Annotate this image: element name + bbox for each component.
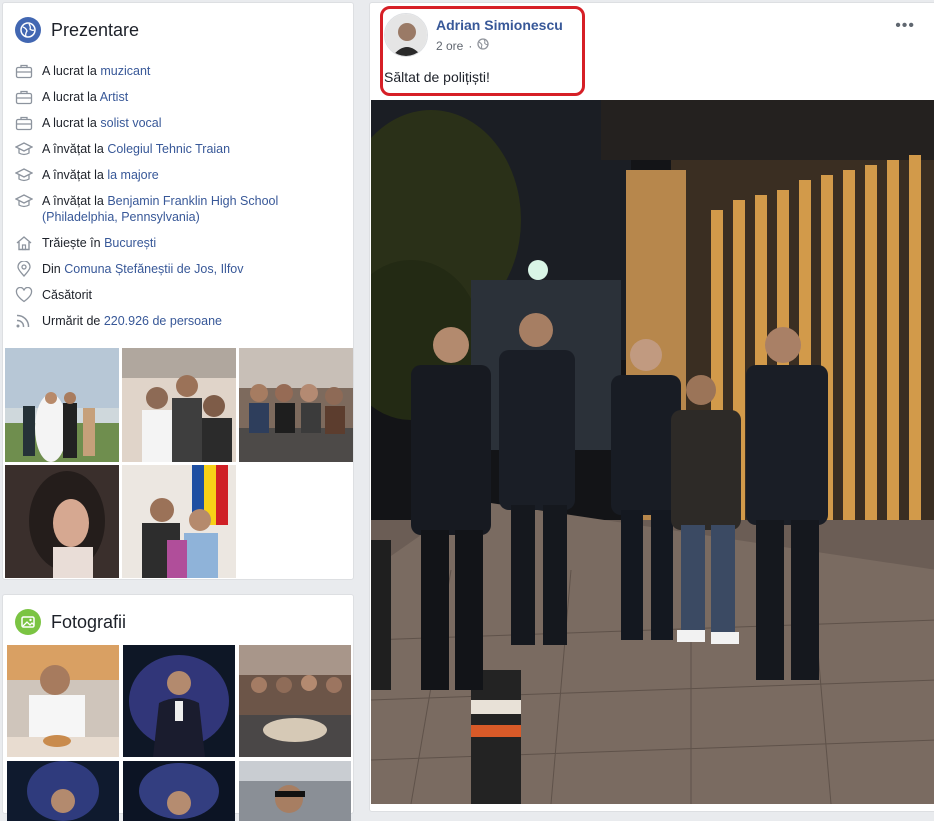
- about-item: A lucrat la solist vocal: [15, 115, 345, 131]
- heart-icon: [15, 287, 33, 303]
- post-time[interactable]: 2 ore: [436, 39, 463, 53]
- about-item-prefix: A lucrat la: [42, 116, 101, 130]
- about-item: A lucrat la Artist: [15, 89, 345, 105]
- about-item: A învățat la la majore: [15, 167, 345, 183]
- photo-thumb-3[interactable]: [239, 645, 351, 757]
- featured-photo-flags[interactable]: [122, 465, 236, 578]
- globe-icon: [15, 17, 41, 43]
- about-item: Căsătorit: [15, 287, 345, 303]
- about-item-link[interactable]: Colegiul Tehnic Traian: [107, 142, 230, 156]
- author-name[interactable]: Adrian Simionescu: [436, 17, 563, 33]
- photo-thumb-2[interactable]: [123, 645, 235, 757]
- about-item-text: A lucrat la Artist: [42, 89, 128, 105]
- photos-grid: [7, 645, 351, 821]
- about-item-text: Din Comuna Ștefăneștii de Jos, Ilfov: [42, 261, 244, 277]
- public-globe-icon[interactable]: [477, 38, 490, 53]
- about-item-link[interactable]: la majore: [107, 168, 158, 182]
- rss-follow-icon: [15, 313, 33, 329]
- about-item-text: Căsătorit: [42, 287, 92, 303]
- briefcase-icon: [15, 63, 33, 79]
- about-item-text: Urmărit de 220.926 de persoane: [42, 313, 222, 329]
- about-item-prefix: Urmărit de: [42, 314, 104, 328]
- about-item-prefix: A învățat la: [42, 142, 108, 156]
- intro-card: Prezentare A lucrat la muzicant A lucrat …: [2, 2, 354, 580]
- meta-separator: ·: [468, 38, 473, 53]
- photos-title: Fotografii: [51, 611, 127, 632]
- photos-card: Fotografii: [2, 594, 354, 821]
- location-pin-icon: [15, 261, 33, 277]
- author-avatar[interactable]: [384, 13, 428, 57]
- intro-title: Prezentare: [51, 19, 140, 40]
- about-item-text: Trăiește în București: [42, 235, 156, 251]
- intro-header: Prezentare: [15, 17, 139, 43]
- about-item-prefix: Din: [42, 262, 65, 276]
- post-header: Adrian Simionescu 2 ore ·: [384, 13, 563, 57]
- about-item-link[interactable]: Artist: [100, 90, 128, 104]
- intro-photo-grid: [5, 348, 353, 578]
- featured-photo-restaurant[interactable]: [239, 348, 353, 462]
- about-item-prefix: A învățat la: [42, 168, 108, 182]
- about-item: A lucrat la muzicant: [15, 63, 345, 79]
- photos-icon: [15, 609, 41, 635]
- post-text: Săltat de polițiști!: [384, 69, 490, 85]
- photo-thumb-1[interactable]: [7, 645, 119, 757]
- about-item-text: A învățat la la majore: [42, 167, 159, 183]
- post-photo[interactable]: [371, 100, 934, 804]
- about-item-link[interactable]: București: [104, 236, 156, 250]
- about-item-link[interactable]: muzicant: [100, 64, 150, 78]
- about-item-prefix: A lucrat la: [42, 64, 101, 78]
- about-item-prefix: Trăiește în: [42, 236, 105, 250]
- featured-photo-group[interactable]: [122, 348, 236, 462]
- photos-header: Fotografii: [15, 609, 126, 635]
- about-item-text: A lucrat la solist vocal: [42, 115, 162, 131]
- about-item-prefix: A lucrat la: [42, 90, 100, 104]
- more-options-icon[interactable]: •••: [895, 17, 915, 35]
- featured-photo-wedding[interactable]: [5, 348, 119, 462]
- about-item: Trăiește în București: [15, 235, 345, 251]
- graduation-cap-icon: [15, 193, 33, 209]
- about-item-link[interactable]: solist vocal: [100, 116, 161, 130]
- about-item: A învățat la Benjamin Franklin High Scho…: [15, 193, 345, 225]
- about-item-text: A învățat la Colegiul Tehnic Traian: [42, 141, 230, 157]
- home-icon: [15, 235, 33, 251]
- photo-thumb-4[interactable]: [7, 761, 119, 821]
- about-item-link[interactable]: Comuna Ștefăneștii de Jos, Ilfov: [64, 262, 243, 276]
- about-item-prefix: Căsătorit: [42, 288, 93, 302]
- about-item: A învățat la Colegiul Tehnic Traian: [15, 141, 345, 157]
- post-card: Adrian Simionescu 2 ore · ••• Săltat de …: [369, 2, 934, 812]
- author-block: Adrian Simionescu 2 ore ·: [436, 13, 563, 57]
- featured-photo-portrait[interactable]: [5, 465, 119, 578]
- about-item-text: A învățat la Benjamin Franklin High Scho…: [42, 193, 345, 225]
- about-item: Urmărit de 220.926 de persoane: [15, 313, 345, 329]
- photo-thumb-5[interactable]: [123, 761, 235, 821]
- graduation-cap-icon: [15, 167, 33, 183]
- briefcase-icon: [15, 115, 33, 131]
- about-list: A lucrat la muzicant A lucrat la Artist A …: [15, 63, 345, 339]
- about-item: Din Comuna Ștefăneștii de Jos, Ilfov: [15, 261, 345, 277]
- photo-thumb-6[interactable]: [239, 761, 351, 821]
- about-item-prefix: A învățat la: [42, 194, 108, 208]
- briefcase-icon: [15, 89, 33, 105]
- graduation-cap-icon: [15, 141, 33, 157]
- post-meta: 2 ore ·: [436, 38, 563, 53]
- about-item-link[interactable]: 220.926 de persoane: [104, 314, 222, 328]
- about-item-text: A lucrat la muzicant: [42, 63, 150, 79]
